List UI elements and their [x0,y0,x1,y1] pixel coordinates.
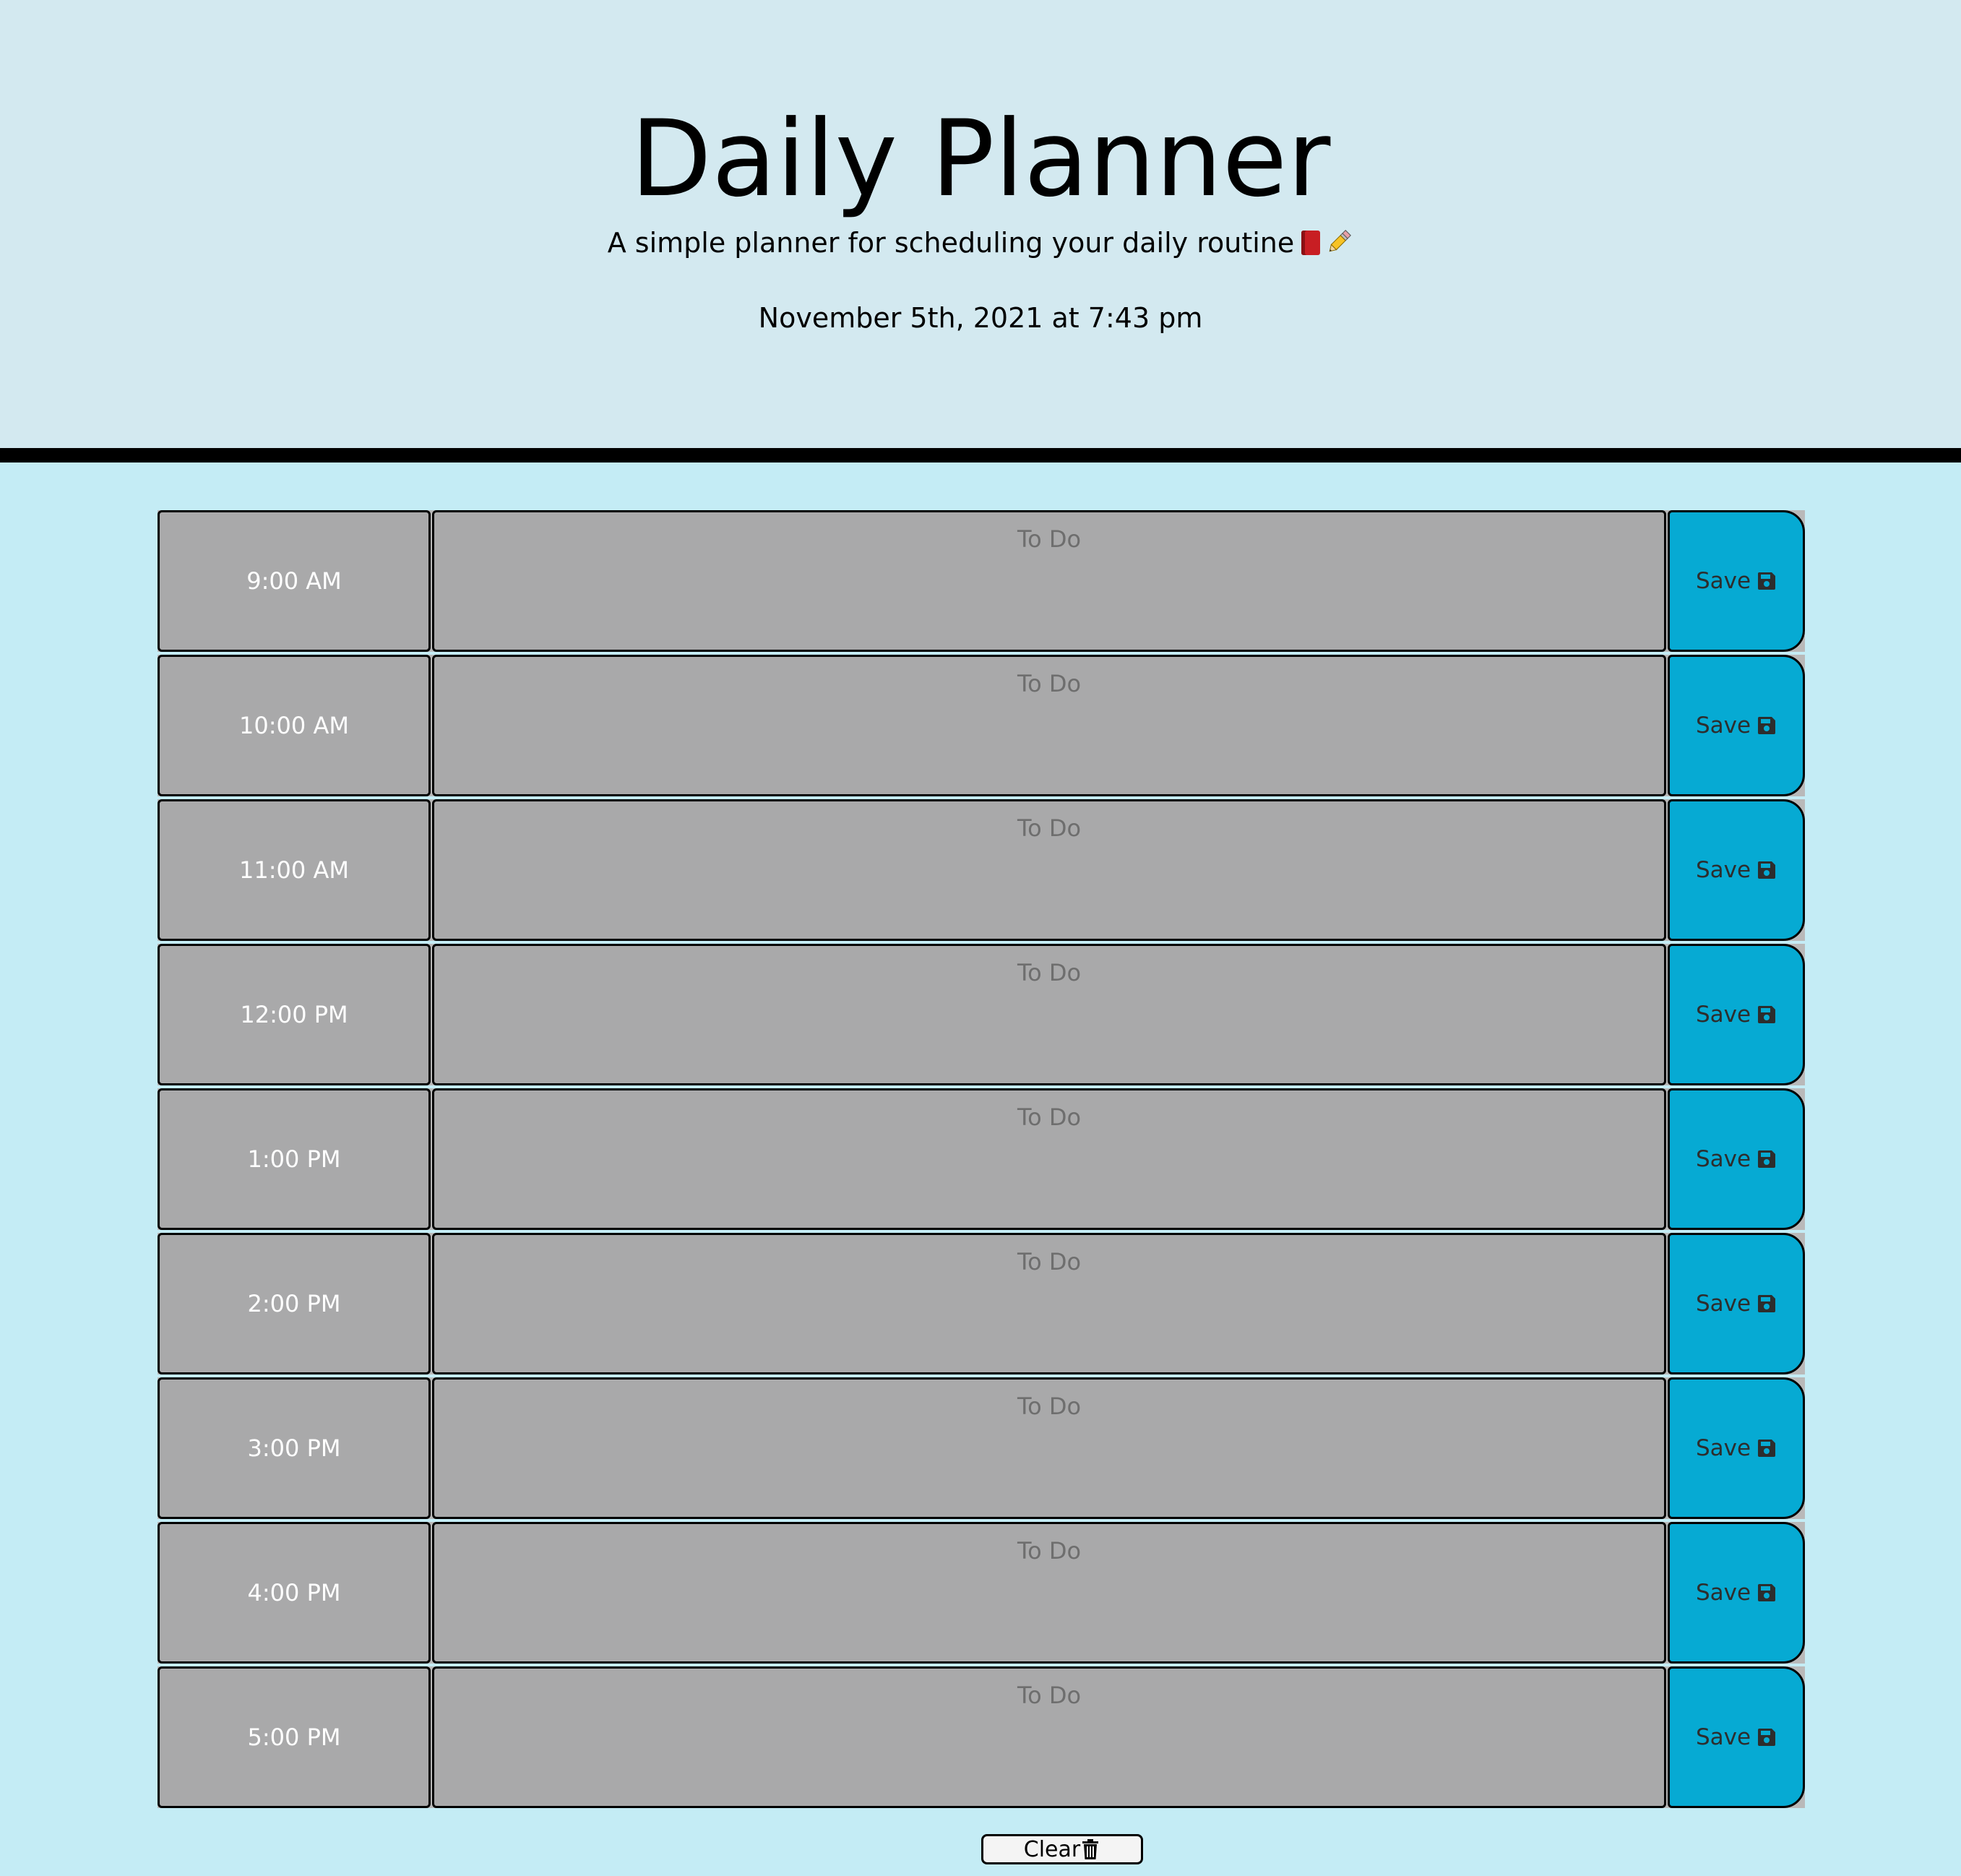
time-block-row: 3:00 PM Save [158,1377,1805,1519]
save-button-label: Save [1695,1291,1751,1317]
floppy-disk-icon [1758,1295,1776,1312]
time-block-row: 5:00 PM Save [158,1666,1805,1808]
hour-label: 11:00 AM [158,799,431,941]
save-button[interactable]: Save [1668,1522,1805,1664]
hour-label: 3:00 PM [158,1377,431,1519]
hour-label: 2:00 PM [158,1233,431,1374]
save-button[interactable]: Save [1668,799,1805,941]
save-button[interactable]: Save [1668,510,1805,652]
hour-label: 1:00 PM [158,1088,431,1230]
save-button-label: Save [1695,1580,1751,1606]
floppy-disk-icon [1758,1006,1776,1023]
save-button-label: Save [1695,713,1751,739]
hour-label: 10:00 AM [158,655,431,796]
red-book-icon [1301,231,1321,255]
save-button-label: Save [1695,1146,1751,1172]
save-button-label: Save [1695,1435,1751,1461]
subtitle-text: A simple planner for scheduling your dai… [607,227,1295,259]
time-block-row: 10:00 AM Save [158,655,1805,796]
todo-input[interactable] [432,510,1666,652]
save-button-label: Save [1695,568,1751,594]
todo-input[interactable] [432,1666,1666,1808]
hour-label: 9:00 AM [158,510,431,652]
time-block-row: 4:00 PM Save [158,1522,1805,1664]
floppy-disk-icon [1758,1150,1776,1168]
save-button[interactable]: Save [1668,1233,1805,1374]
save-button[interactable]: Save [1668,655,1805,796]
hour-label: 5:00 PM [158,1666,431,1808]
save-button[interactable]: Save [1668,1666,1805,1808]
time-block-row: 11:00 AM Save [158,799,1805,941]
page-subtitle: A simple planner for scheduling your dai… [0,221,1961,264]
time-block-row: 1:00 PM Save [158,1088,1805,1230]
floppy-disk-icon [1758,572,1776,590]
time-block-row: 9:00 AM Save [158,510,1805,652]
page-header: Daily Planner A simple planner for sched… [0,0,1961,462]
todo-input[interactable] [432,944,1666,1085]
page-title: Daily Planner [630,98,1331,220]
time-block-row: 12:00 PM Save [158,944,1805,1085]
todo-input[interactable] [432,799,1666,941]
floppy-disk-icon [1758,717,1776,734]
current-date: November 5th, 2021 at 7:43 pm [758,302,1203,334]
planner-container: 9:00 AMSave10:00 AMSave11:00 AMSave12:00… [158,510,1805,1811]
time-block-row: 2:00 PM Save [158,1233,1805,1374]
floppy-disk-icon [1758,1440,1776,1457]
save-button[interactable]: Save [1668,1377,1805,1519]
todo-input[interactable] [432,1377,1666,1519]
floppy-disk-icon [1758,861,1776,879]
save-button-label: Save [1695,857,1751,883]
hour-label: 12:00 PM [158,944,431,1085]
clear-button-label: Clear [1023,1836,1081,1862]
save-button-label: Save [1695,1002,1751,1028]
floppy-disk-icon [1758,1584,1776,1601]
save-button-label: Save [1695,1724,1751,1750]
todo-input[interactable] [432,655,1666,796]
todo-input[interactable] [432,1233,1666,1374]
pencil-icon [1329,230,1352,252]
clear-button[interactable]: Clear [981,1834,1143,1864]
todo-input[interactable] [432,1522,1666,1664]
hour-label: 4:00 PM [158,1522,431,1664]
save-button[interactable]: Save [1668,944,1805,1085]
trash-icon [1082,1839,1099,1859]
save-button[interactable]: Save [1668,1088,1805,1230]
todo-input[interactable] [432,1088,1666,1230]
floppy-disk-icon [1758,1729,1776,1746]
